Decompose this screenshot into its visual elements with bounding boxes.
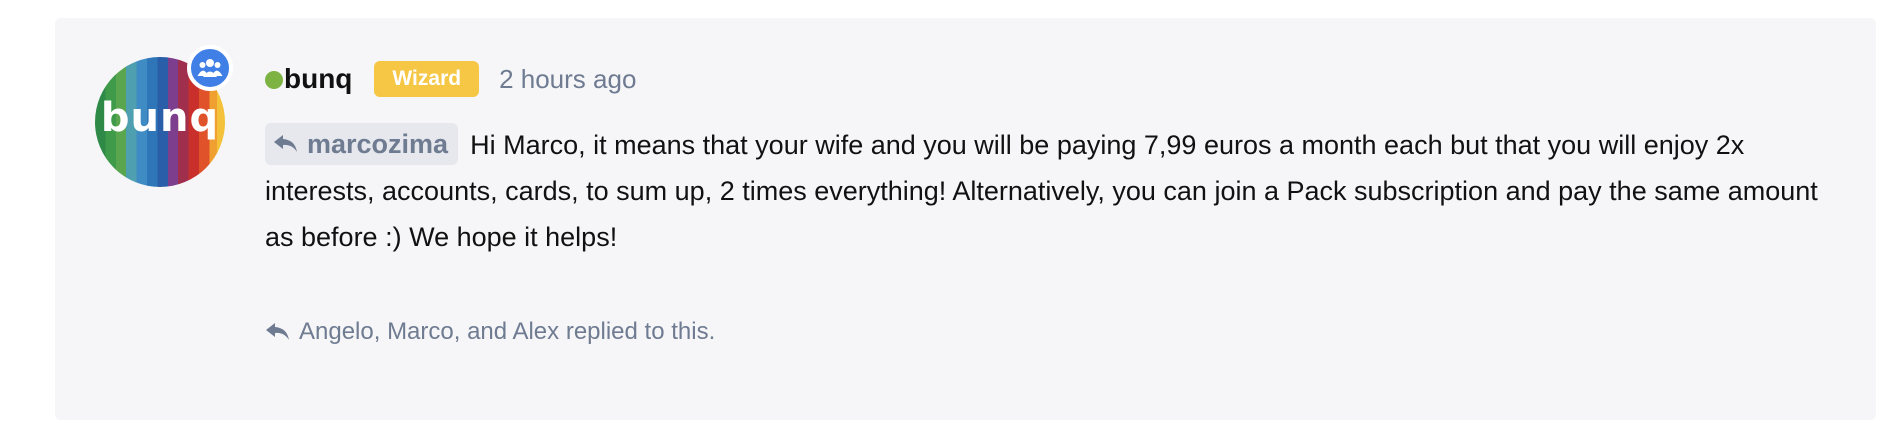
- post-body: marcozima Hi Marco, it means that your wi…: [265, 122, 1845, 260]
- post-timestamp[interactable]: 2 hours ago: [499, 64, 636, 95]
- replies-summary-text: Angelo, Marco, and Alex replied to this.: [299, 318, 716, 345]
- mention-username: marcozima: [307, 128, 449, 159]
- replies-summary[interactable]: Angelo, Marco, and Alex replied to this.: [265, 318, 715, 346]
- post-body-text: Hi Marco, it means that your wife and yo…: [265, 130, 1818, 252]
- users-icon: [197, 59, 223, 77]
- author-avatar-container[interactable]: bunq: [95, 45, 233, 187]
- reply-arrow-icon: [274, 134, 297, 152]
- post-header: bunq Wizard 2 hours ago: [265, 58, 636, 100]
- reply-arrow-icon: [266, 323, 289, 340]
- rank-badge: Wizard: [374, 61, 480, 97]
- post-card: bunq bunq Wizard 2 hours ago marcozima Hi…: [55, 18, 1876, 420]
- author-username[interactable]: bunq: [284, 63, 352, 95]
- online-status-icon: [265, 71, 283, 89]
- avatar-logo-text: bunq: [100, 95, 220, 141]
- group-icon: [187, 45, 233, 91]
- reply-to-mention[interactable]: marcozima: [265, 122, 459, 165]
